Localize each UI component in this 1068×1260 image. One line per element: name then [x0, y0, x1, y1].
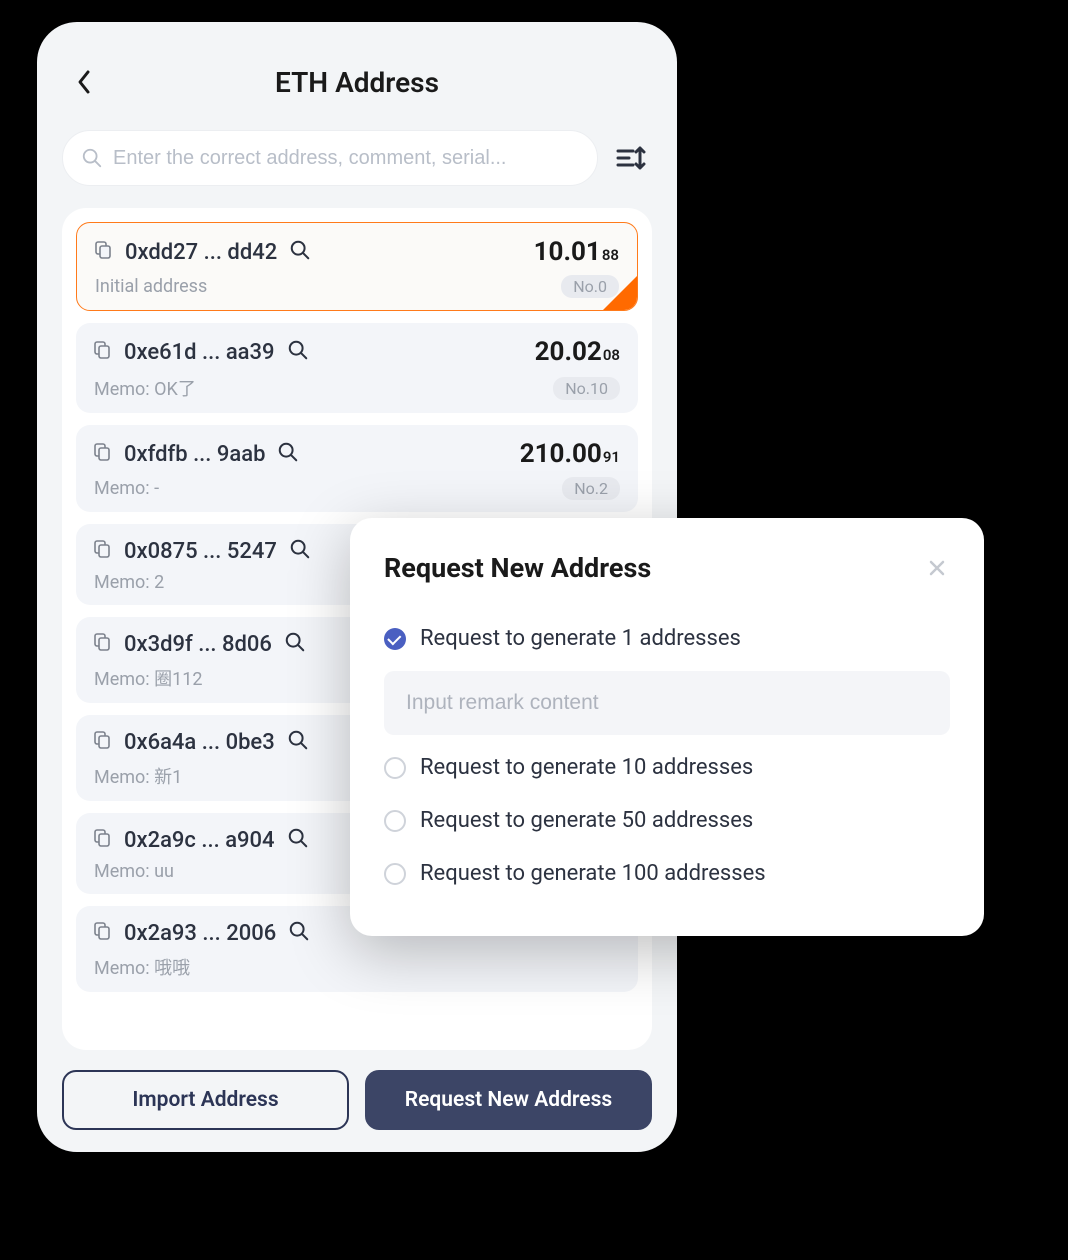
modal-title: Request New Address	[384, 552, 651, 584]
bottom-buttons: Import Address Request New Address	[62, 1070, 652, 1130]
memo-text: Memo: OK了	[94, 375, 196, 401]
option-label: Request to generate 1 addresses	[420, 626, 741, 651]
search-row	[62, 130, 652, 186]
copy-icon[interactable]	[94, 341, 112, 363]
close-icon	[927, 558, 947, 578]
copy-icon[interactable]	[94, 633, 112, 655]
search-address-icon[interactable]	[277, 441, 299, 467]
balance: 210.0091	[520, 439, 620, 469]
search-address-icon[interactable]	[287, 339, 309, 365]
balance: 10.0188	[534, 237, 619, 267]
radio-unchecked-icon[interactable]	[384, 810, 406, 832]
selected-corner-icon	[603, 276, 637, 310]
address-row-main: 0xdd27 ... dd42 10.0188	[95, 237, 619, 267]
modal-close-button[interactable]	[924, 555, 950, 581]
search-address-icon[interactable]	[288, 920, 310, 946]
option-label: Request to generate 50 addresses	[420, 808, 753, 833]
address-text: 0x6a4a ... 0be3	[124, 730, 275, 755]
import-address-button[interactable]: Import Address	[62, 1070, 349, 1130]
modal-header: Request New Address	[384, 552, 950, 584]
radio-unchecked-icon[interactable]	[384, 757, 406, 779]
sort-icon	[615, 144, 647, 172]
address-text: 0xdd27 ... dd42	[125, 240, 277, 265]
address-text: 0x2a93 ... 2006	[124, 921, 276, 946]
address-text: 0x2a9c ... a904	[124, 828, 275, 853]
index-badge: No.2	[562, 477, 620, 500]
search-address-icon[interactable]	[289, 239, 311, 265]
address-text: 0xfdfb ... 9aab	[124, 442, 265, 467]
chevron-left-icon	[75, 68, 93, 96]
radio-unchecked-icon[interactable]	[384, 863, 406, 885]
remark-input[interactable]	[384, 671, 950, 735]
search-address-icon[interactable]	[287, 729, 309, 755]
generate-option[interactable]: Request to generate 10 addresses	[384, 741, 950, 794]
address-row-main: 0xe61d ... aa39 20.0208	[94, 337, 620, 367]
copy-icon[interactable]	[95, 241, 113, 263]
generate-option[interactable]: Request to generate 50 addresses	[384, 794, 950, 847]
copy-icon[interactable]	[94, 540, 112, 562]
address-item[interactable]: 0xe61d ... aa39 20.0208 Memo: OK了 No.10	[76, 323, 638, 413]
address-text: 0x3d9f ... 8d06	[124, 632, 272, 657]
option-label: Request to generate 100 addresses	[420, 861, 766, 886]
sort-button[interactable]	[610, 137, 652, 179]
address-item[interactable]: 0xdd27 ... dd42 10.0188 Initial addressNo.…	[76, 222, 638, 311]
request-new-address-modal: Request New Address Request to generate …	[350, 518, 984, 936]
memo-text: Memo: 新1	[94, 763, 182, 789]
search-address-icon[interactable]	[284, 631, 306, 657]
address-row-meta: Memo: OK了 No.10	[94, 375, 620, 401]
search-input[interactable]	[113, 147, 579, 170]
search-address-icon[interactable]	[287, 827, 309, 853]
copy-icon[interactable]	[94, 829, 112, 851]
address-text: 0x0875 ... 5247	[124, 539, 277, 564]
address-row-meta: Initial addressNo.0	[95, 275, 619, 298]
memo-text: Initial address	[95, 276, 207, 297]
option-label: Request to generate 10 addresses	[420, 755, 753, 780]
generate-option[interactable]: Request to generate 100 addresses	[384, 847, 950, 900]
address-item[interactable]: 0xfdfb ... 9aab 210.0091 Memo: - No.2	[76, 425, 638, 512]
memo-text: Memo: 圈112	[94, 665, 202, 691]
search-icon	[81, 147, 103, 169]
memo-text: Memo: 2	[94, 572, 164, 593]
memo-text: Memo: uu	[94, 861, 174, 882]
balance: 20.0208	[535, 337, 620, 367]
search-box[interactable]	[62, 130, 598, 186]
radio-checked-icon[interactable]	[384, 628, 406, 650]
search-address-icon[interactable]	[289, 538, 311, 564]
address-row-main: 0xfdfb ... 9aab 210.0091	[94, 439, 620, 469]
address-row-meta: Memo: - No.2	[94, 477, 620, 500]
memo-text: Memo: -	[94, 478, 159, 499]
request-new-address-button[interactable]: Request New Address	[365, 1070, 652, 1130]
copy-icon[interactable]	[94, 922, 112, 944]
address-text: 0xe61d ... aa39	[124, 340, 275, 365]
header: ETH Address	[62, 52, 652, 112]
address-row-meta: Memo: 哦哦	[94, 954, 620, 980]
generate-option[interactable]: Request to generate 1 addresses	[384, 612, 950, 665]
index-badge: No.10	[553, 377, 620, 400]
memo-text: Memo: 哦哦	[94, 954, 190, 980]
copy-icon[interactable]	[94, 443, 112, 465]
back-button[interactable]	[70, 68, 98, 96]
page-title: ETH Address	[275, 66, 439, 99]
copy-icon[interactable]	[94, 731, 112, 753]
